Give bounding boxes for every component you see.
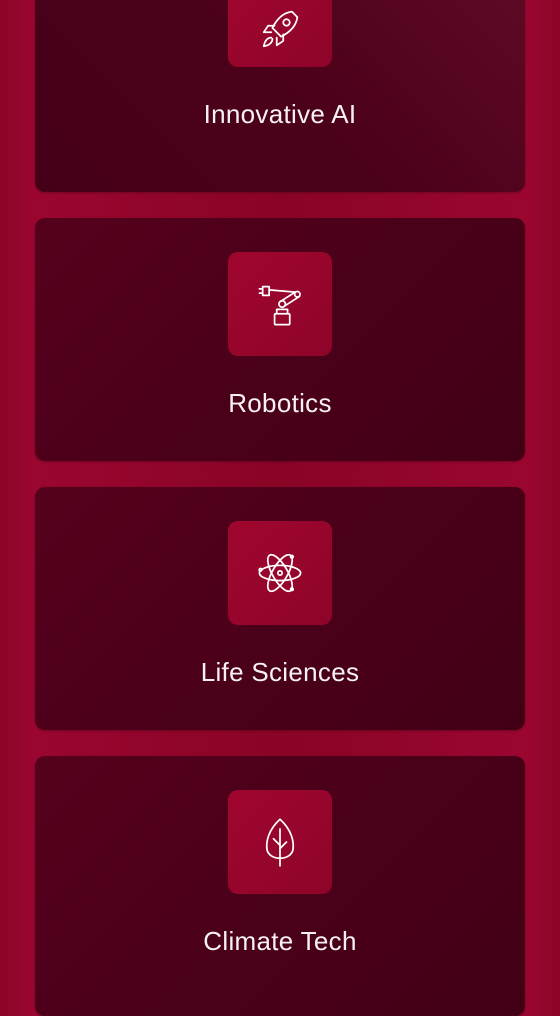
card-robotics[interactable]: Robotics bbox=[35, 218, 525, 461]
card-climate-tech[interactable]: Climate Tech bbox=[35, 756, 525, 1016]
icon-tile bbox=[228, 790, 332, 894]
card-label: Innovative AI bbox=[203, 99, 357, 129]
card-label: Life Sciences bbox=[200, 657, 360, 687]
rocket-icon bbox=[262, 10, 299, 48]
card-innovative-ai[interactable]: Innovative AI bbox=[35, 0, 525, 192]
leaf-icon bbox=[265, 818, 295, 867]
card-label: Climate Tech bbox=[203, 926, 357, 956]
icon-tile bbox=[228, 0, 332, 67]
icon-tile bbox=[228, 252, 332, 356]
card-life-sciences[interactable]: Life Sciences bbox=[35, 487, 525, 730]
icon-tile bbox=[228, 521, 332, 625]
atom-icon bbox=[258, 553, 302, 593]
robotic-arm-icon bbox=[258, 285, 301, 326]
card-label: Robotics bbox=[228, 388, 332, 418]
